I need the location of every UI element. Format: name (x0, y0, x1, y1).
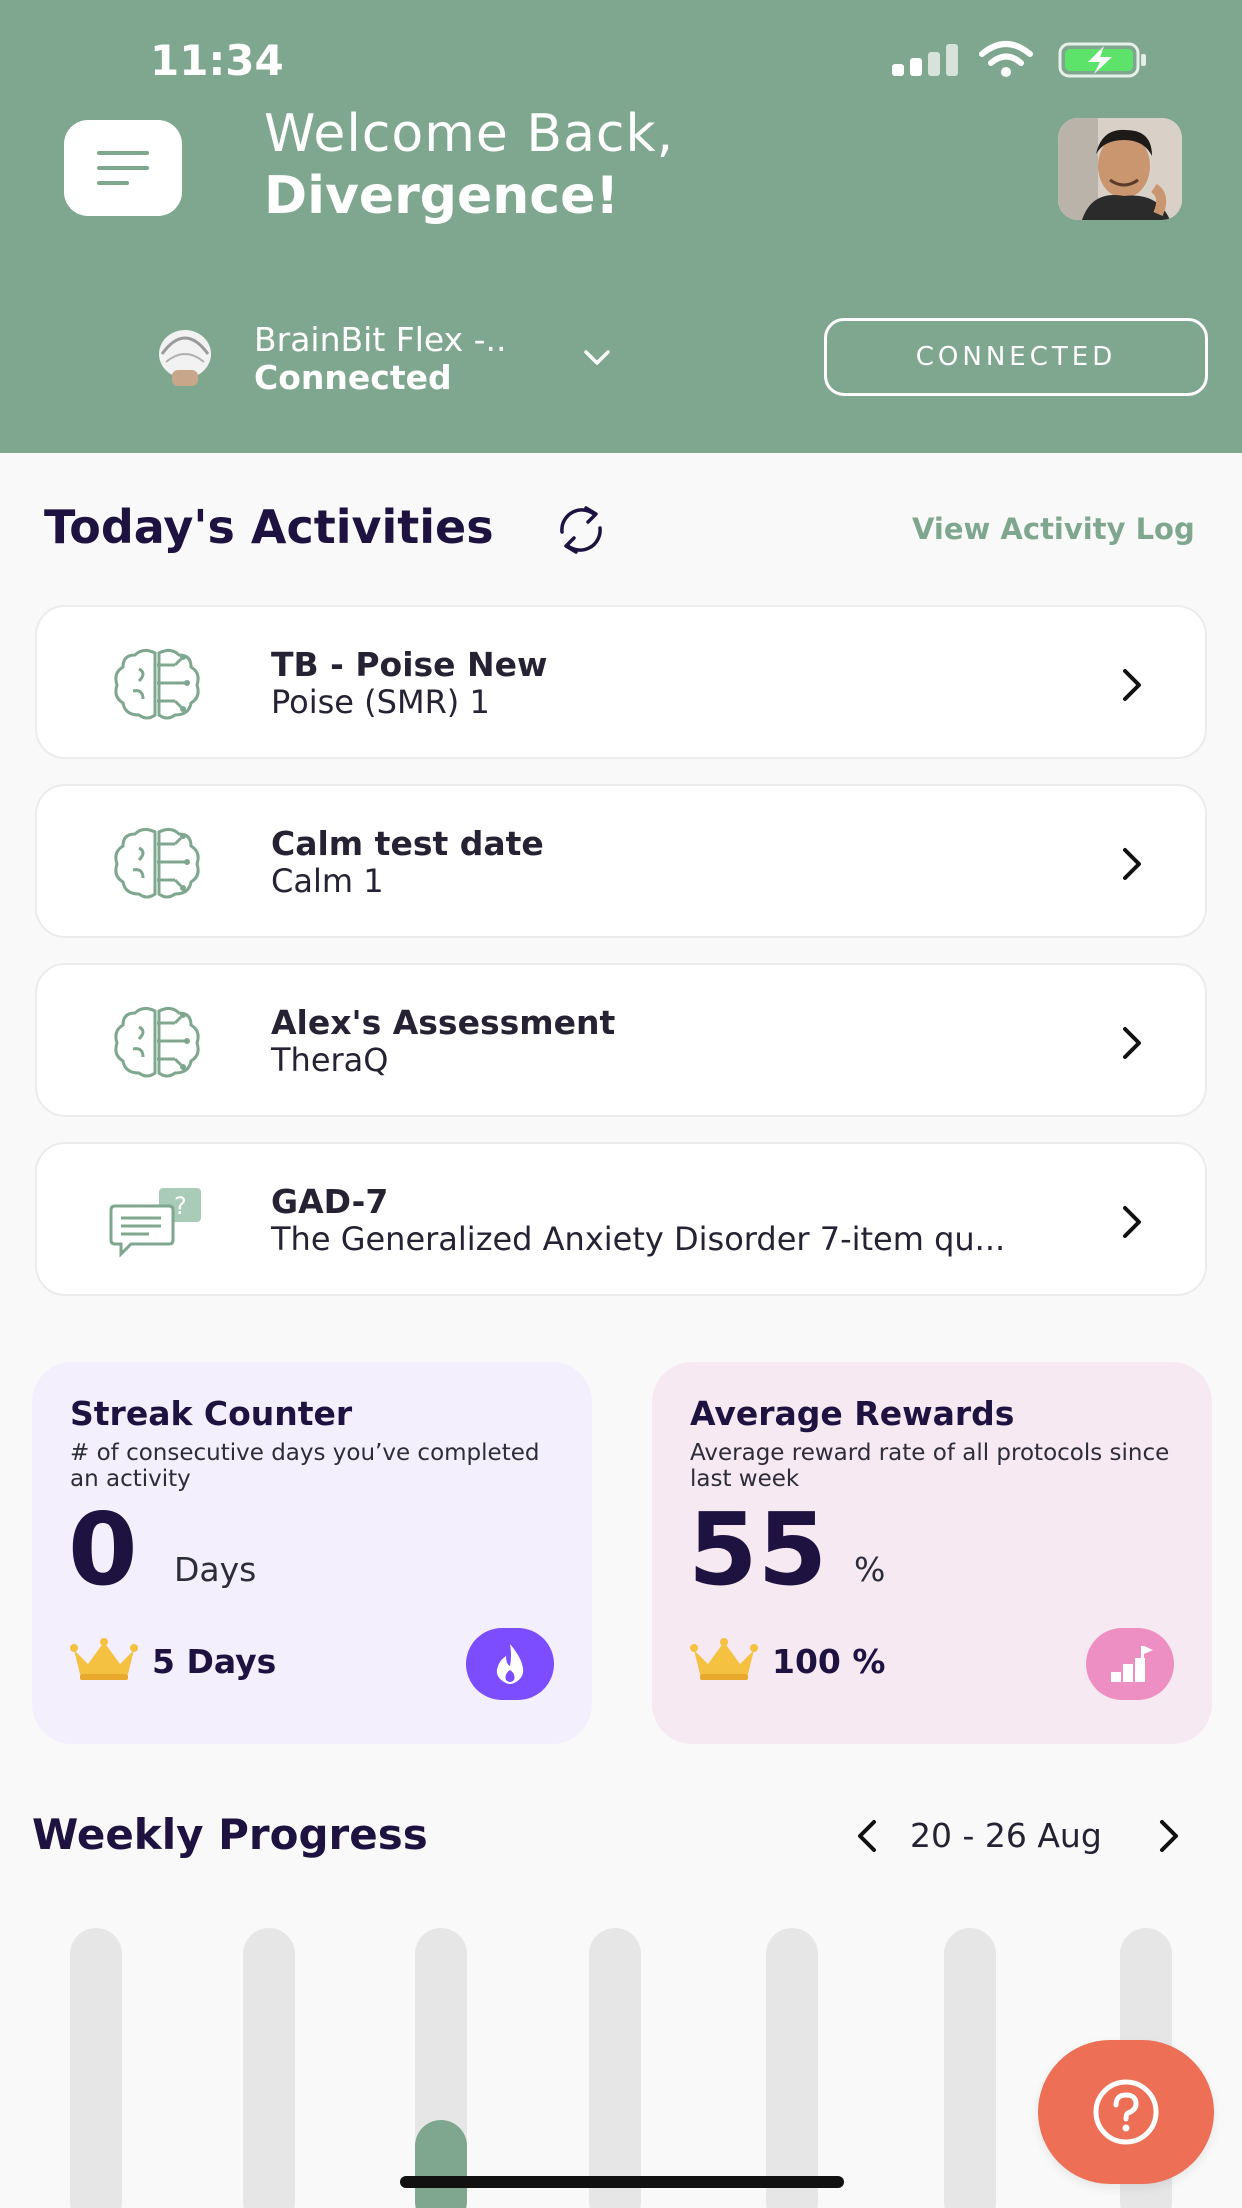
cellular-signal-icon (892, 44, 958, 76)
view-activity-log-link[interactable]: View Activity Log (912, 512, 1195, 546)
weekly-progress-title: Weekly Progress (32, 1810, 428, 1859)
activity-card[interactable]: TB - Poise New Poise (SMR) 1 (35, 605, 1207, 759)
rewards-description: Average reward rate of all protocols sin… (690, 1440, 1170, 1492)
svg-text:?: ? (174, 1192, 187, 1220)
activity-card[interactable]: Calm test date Calm 1 (35, 784, 1207, 938)
brain-icon (114, 648, 200, 720)
chevron-right-icon (1123, 1027, 1141, 1059)
activity-title: Calm test date (271, 824, 544, 863)
activity-title: Alex's Assessment (271, 1003, 616, 1042)
activity-subtitle: The Generalized Anxiety Disorder 7-item … (271, 1220, 1006, 1258)
weekly-bar-day-1 (70, 1928, 122, 2208)
wifi-icon (979, 41, 1033, 77)
chevron-right-icon (1123, 669, 1141, 701)
activity-title: TB - Poise New (271, 645, 548, 684)
chevron-right-icon (1123, 848, 1141, 880)
help-button[interactable] (1038, 2040, 1214, 2184)
streak-description: # of consecutive days you’ve completed a… (70, 1440, 540, 1492)
rewards-value: 55 (688, 1491, 828, 1608)
home-indicator (400, 2176, 844, 2188)
activity-subtitle: TheraQ (271, 1041, 389, 1079)
activity-card[interactable]: Alex's Assessment TheraQ (35, 963, 1207, 1117)
activity-card[interactable]: ? GAD-7 The Generalized Anxiety Disorder… (35, 1142, 1207, 1296)
greeting-line1: Welcome Back, (264, 104, 675, 164)
rewards-unit: % (854, 1550, 886, 1589)
flame-icon (496, 1644, 524, 1684)
weekly-bar-day-5 (766, 1928, 818, 2208)
streak-best: 5 Days (152, 1642, 277, 1681)
weekly-bar-day-2 (243, 1928, 295, 2208)
activity-title: GAD-7 (271, 1182, 389, 1221)
activities-title: Today's Activities (44, 500, 494, 554)
weekly-bar-fill (415, 2120, 467, 2208)
greeting-user-name: Divergence! (264, 166, 620, 226)
refresh-icon[interactable] (550, 502, 612, 558)
weekly-bar-day-3 (415, 1928, 467, 2208)
brain-icon (114, 1006, 200, 1078)
status-time: 11:34 (150, 36, 284, 85)
streak-title: Streak Counter (70, 1394, 353, 1433)
chevron-right-icon[interactable] (1154, 1818, 1184, 1854)
chart-flag-icon (1111, 1646, 1153, 1682)
rewards-best: 100 % (772, 1642, 886, 1681)
weekly-bar-day-6 (944, 1928, 996, 2208)
weekly-bar-day-4 (589, 1928, 641, 2208)
streak-value: 0 (68, 1491, 138, 1608)
chevron-down-icon[interactable] (582, 346, 612, 370)
device-status: Connected (254, 358, 452, 397)
device-name: BrainBit Flex -.. (254, 320, 507, 359)
battery-charging-icon (1058, 42, 1146, 78)
menu-button[interactable] (64, 120, 182, 216)
avatar[interactable] (1058, 118, 1182, 220)
rewards-title: Average Rewards (690, 1394, 1015, 1433)
questionnaire-icon: ? (109, 1188, 201, 1258)
headset-device-icon (159, 330, 211, 386)
rewards-badge (1086, 1628, 1174, 1700)
activity-subtitle: Calm 1 (271, 862, 384, 900)
chevron-left-icon[interactable] (852, 1818, 882, 1854)
menu-icon (97, 151, 149, 185)
connection-status-button[interactable]: CONNECTED (824, 318, 1208, 396)
average-rewards-card: Average Rewards Average reward rate of a… (652, 1362, 1212, 1744)
streak-unit: Days (174, 1550, 257, 1589)
week-range: 20 - 26 Aug (910, 1816, 1102, 1855)
help-icon (1093, 2079, 1159, 2145)
brain-icon (114, 827, 200, 899)
crown-icon (70, 1638, 138, 1680)
streak-counter-card: Streak Counter # of consecutive days you… (32, 1362, 592, 1744)
chevron-right-icon (1123, 1206, 1141, 1238)
activity-subtitle: Poise (SMR) 1 (271, 683, 490, 721)
streak-badge (466, 1628, 554, 1700)
crown-icon (690, 1638, 758, 1680)
header: 11:34 Welcome Back, Divergence! BrainBit… (0, 0, 1242, 453)
